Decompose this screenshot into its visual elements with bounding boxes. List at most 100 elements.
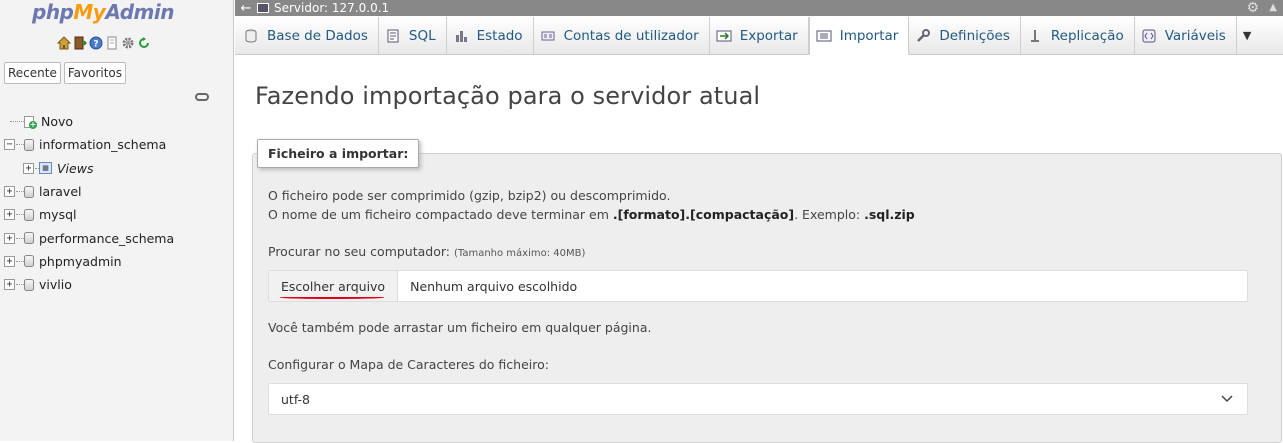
- link-icon[interactable]: [195, 93, 209, 101]
- expand-icon[interactable]: +: [4, 186, 15, 198]
- import-icon: [816, 29, 832, 43]
- file-input[interactable]: Escolher arquivo Nenhum arquivo escolhid…: [268, 270, 1248, 302]
- gear-icon[interactable]: ⚙: [1246, 0, 1259, 16]
- main-content: Fazendo importação para o servidor atual…: [235, 56, 1283, 443]
- scroll-top-icon[interactable]: ▲: [1269, 0, 1277, 16]
- expand-icon[interactable]: +: [23, 162, 34, 174]
- docs-icon[interactable]: ?: [89, 36, 103, 50]
- chevron-down-icon: ▼: [1242, 29, 1252, 42]
- tree-item-database[interactable]: + laravel: [4, 180, 174, 203]
- filename-format: .[formato].[compactação]: [612, 207, 795, 222]
- tab-label: Importar: [839, 27, 899, 44]
- tab-user-accounts[interactable]: Contas de utilizador: [534, 17, 710, 54]
- filename-info-mid: . Exemplo:: [794, 207, 865, 222]
- tab-label: SQL: [408, 27, 436, 44]
- tree-item-label[interactable]: mysql: [39, 207, 77, 222]
- users-icon: [540, 29, 556, 43]
- tree-connector: [16, 191, 24, 193]
- tab-label: Variáveis: [1164, 27, 1226, 44]
- sql-icon: [385, 29, 401, 43]
- quick-icons: ?: [57, 36, 151, 50]
- database-icon: [24, 138, 34, 151]
- tree-item-label[interactable]: laravel: [39, 184, 82, 199]
- logo-php: php: [32, 0, 74, 24]
- tree-item-database[interactable]: − information_schema: [4, 133, 174, 156]
- choose-file-button[interactable]: Escolher arquivo: [269, 271, 399, 301]
- expand-icon[interactable]: +: [4, 209, 15, 221]
- tab-label: Replicação: [1050, 27, 1124, 44]
- max-size-text: (Tamanho máximo: 40MB): [453, 248, 586, 259]
- drag-drop-hint: Você também pode arrastar um ficheiro em…: [268, 320, 652, 335]
- database-icon: [24, 185, 34, 198]
- tree-connector: [16, 237, 24, 239]
- database-icon: [24, 255, 34, 268]
- tree-connector: [16, 260, 24, 262]
- phpmyadmin-logo[interactable]: phpMyAdmin: [32, 0, 174, 24]
- tab-label: Exportar: [739, 27, 798, 44]
- more-menu-button[interactable]: ▼: [1237, 17, 1257, 54]
- tab-label: Estado: [476, 27, 523, 44]
- svg-text:?: ?: [93, 40, 98, 50]
- tree-item-database[interactable]: + performance_schema: [4, 226, 174, 249]
- tree-item-database[interactable]: + phpmyadmin: [4, 250, 174, 273]
- export-icon: [716, 29, 732, 43]
- tree-item-new[interactable]: + Novo: [4, 110, 174, 133]
- tab-replication[interactable]: Replicação: [1021, 17, 1135, 54]
- home-icon[interactable]: [57, 36, 71, 50]
- database-tree: + Novo − information_schema + ▦ Views + …: [4, 110, 174, 296]
- tab-settings[interactable]: Definições: [909, 17, 1021, 54]
- tab-import[interactable]: Importar: [808, 17, 910, 55]
- expand-icon[interactable]: +: [4, 255, 15, 267]
- new-database-icon: +: [24, 115, 37, 129]
- main-menu: Base de Dados SQL Estado Contas de utili…: [235, 17, 1283, 55]
- views-icon: ▦: [39, 162, 52, 175]
- database-icon: [24, 278, 34, 291]
- server-breadcrumb[interactable]: Servidor: 127.0.0.1: [274, 1, 389, 15]
- database-icon: [24, 232, 34, 245]
- tab-label: Contas de utilizador: [563, 27, 699, 44]
- browse-label-text: Procurar no seu computador:: [268, 244, 454, 259]
- filename-example: .sql.zip: [864, 207, 915, 222]
- page-title: Fazendo importação para o servidor atual: [255, 82, 761, 110]
- collapse-navigation-icon[interactable]: ←: [235, 1, 257, 16]
- settings-icon[interactable]: [121, 36, 135, 50]
- tab-status[interactable]: Estado: [447, 17, 534, 54]
- tree-item-label[interactable]: Views: [57, 161, 93, 176]
- tab-sql[interactable]: SQL: [379, 17, 447, 54]
- charset-selected-value: utf-8: [281, 391, 311, 407]
- docs2-icon[interactable]: [105, 36, 119, 50]
- database-icon: [24, 208, 34, 221]
- tree-item-database[interactable]: + mysql: [4, 203, 174, 226]
- favorites-button[interactable]: Favoritos: [63, 62, 127, 84]
- fieldset-legend: Ficheiro a importar:: [257, 139, 420, 168]
- tab-variables[interactable]: Variáveis: [1135, 17, 1237, 54]
- tree-connector: [16, 214, 24, 216]
- tree-item-label[interactable]: information_schema: [39, 137, 166, 152]
- exit-icon[interactable]: [73, 36, 87, 50]
- tree-connector: [16, 284, 24, 286]
- tree-item-label[interactable]: Novo: [41, 114, 73, 129]
- tab-export[interactable]: Exportar: [710, 17, 809, 54]
- collapse-icon[interactable]: −: [4, 139, 15, 151]
- red-underline-annotation: [280, 296, 384, 299]
- navigation-tabs: Recente Favoritos: [4, 62, 127, 84]
- logo-my: My: [73, 0, 106, 24]
- reload-icon[interactable]: [137, 36, 151, 50]
- choose-file-label: Escolher arquivo: [281, 278, 386, 294]
- expand-icon[interactable]: +: [4, 232, 15, 244]
- tab-label: Base de Dados: [267, 27, 368, 44]
- charset-label: Configurar o Mapa de Caracteres do fiche…: [268, 357, 549, 372]
- tree-item-label[interactable]: performance_schema: [39, 231, 174, 246]
- recent-button[interactable]: Recente: [4, 62, 61, 84]
- wrench-icon: [915, 28, 931, 43]
- filename-info-text: O nome de um ficheiro compactado deve te…: [268, 207, 915, 222]
- tree-item-database[interactable]: + vivlio: [4, 273, 174, 296]
- charset-select[interactable]: utf-8: [268, 383, 1248, 415]
- tab-databases[interactable]: Base de Dados: [237, 17, 379, 54]
- expand-icon[interactable]: +: [4, 279, 15, 291]
- tree-item-label[interactable]: phpmyadmin: [39, 254, 122, 269]
- database-icon: [243, 29, 259, 43]
- chevron-down-icon: [1221, 392, 1233, 406]
- tree-item-label[interactable]: vivlio: [39, 277, 72, 292]
- tree-item-views[interactable]: + ▦ Views: [4, 157, 174, 180]
